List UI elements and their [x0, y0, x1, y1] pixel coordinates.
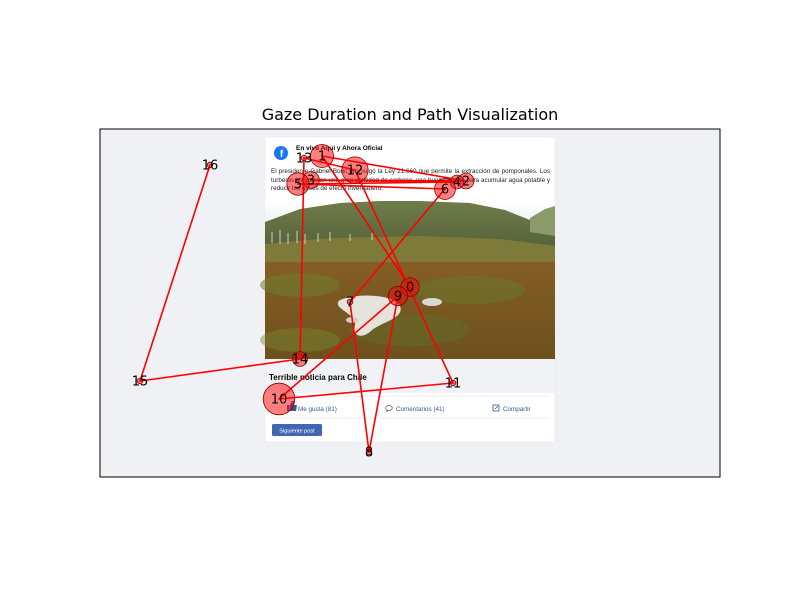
fixation-label: 16 — [202, 159, 219, 174]
fixation-label: 0 — [406, 281, 414, 296]
fixation-label: 15 — [132, 375, 149, 390]
fixation-label: 4 — [453, 176, 461, 191]
next-post-label: Siguiente post — [279, 429, 315, 435]
like-label: Me gusta (81) — [298, 406, 337, 413]
fixation-label: 9 — [394, 290, 402, 305]
fixation-label: 8 — [365, 446, 373, 461]
fixation-label: 10 — [271, 393, 288, 408]
comments-label: Comentarios (41) — [396, 406, 445, 413]
gaze-figure: Gaze Duration and Path Visualization f E… — [99, 105, 721, 478]
fixation-label: 5 — [294, 178, 302, 193]
share-label: Compartir — [503, 406, 531, 413]
fixation-label: 14 — [292, 353, 309, 368]
facebook-logo-icon: f — [274, 146, 288, 160]
fixation-label: 13 — [296, 152, 313, 167]
fixation-label: 1 — [318, 150, 326, 165]
fixation-label: 6 — [441, 183, 449, 198]
fixation-label: 3 — [307, 174, 315, 189]
next-post-button[interactable]: Siguiente post — [272, 424, 322, 436]
fixation-label: 11 — [445, 377, 462, 392]
fixation-label: 7 — [346, 296, 354, 311]
chart-title: Gaze Duration and Path Visualization — [262, 105, 559, 124]
post-caption: Terrible noticia para Chile — [269, 373, 367, 382]
fixation-label: 12 — [347, 164, 364, 179]
fixation-label: 2 — [462, 175, 470, 190]
